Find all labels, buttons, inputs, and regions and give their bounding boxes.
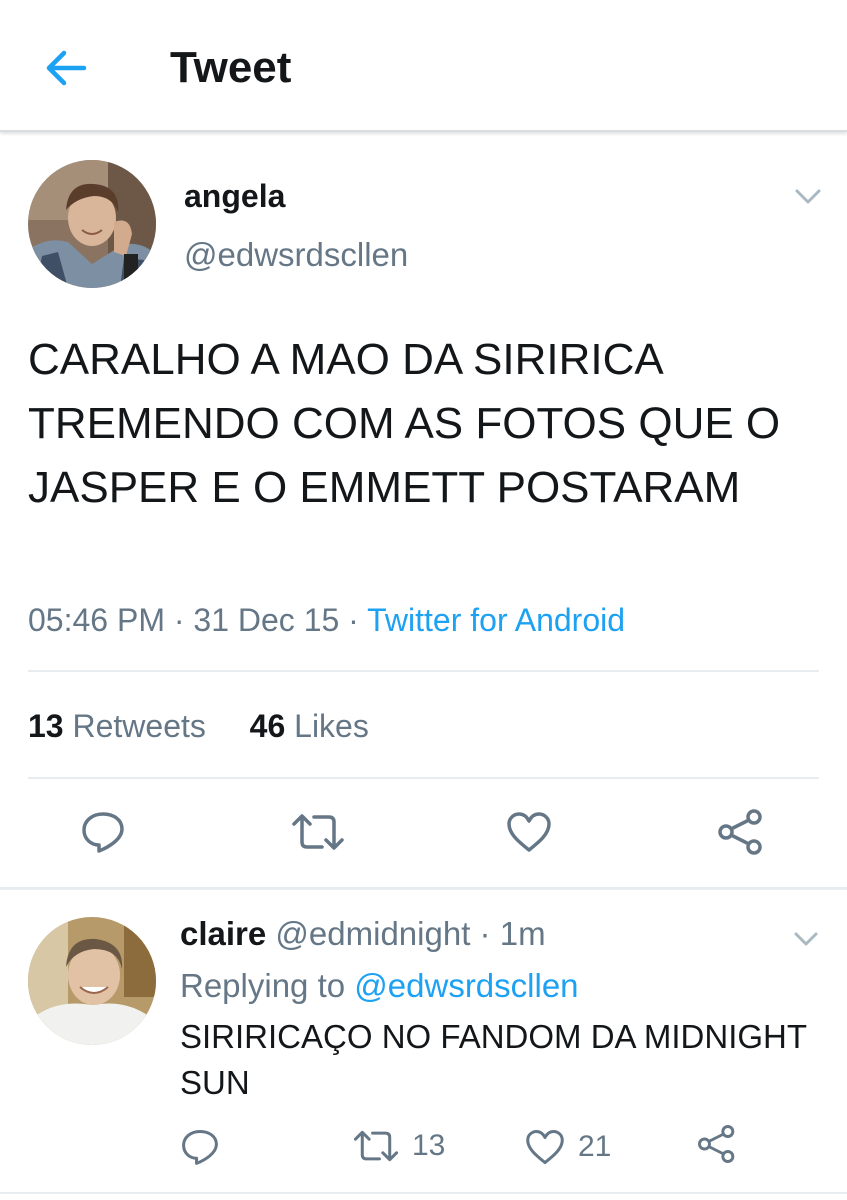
thread-separator bbox=[0, 887, 847, 890]
replying-mention-link[interactable]: @edwsrdscllen bbox=[354, 967, 578, 1004]
reply-header: claire @edmidnight · 1m bbox=[180, 912, 546, 956]
share-icon bbox=[698, 1125, 735, 1163]
likes-count: 46 bbox=[249, 708, 286, 744]
retweets-label: Retweets bbox=[72, 708, 206, 744]
likes-label: Likes bbox=[294, 708, 369, 744]
divider bbox=[28, 777, 819, 779]
retweets-count: 13 bbox=[28, 708, 64, 744]
top-bar: Tweet bbox=[0, 0, 847, 132]
likes-stat[interactable]: 46 Likes bbox=[250, 708, 369, 744]
share-button[interactable] bbox=[716, 808, 766, 856]
reply-icon bbox=[182, 1129, 218, 1165]
tweet-source-link[interactable]: Twitter for Android bbox=[367, 602, 625, 638]
retweet-icon bbox=[292, 814, 344, 850]
back-button[interactable] bbox=[36, 40, 96, 96]
reply-author-name[interactable]: claire bbox=[180, 915, 266, 952]
reply-reply-button[interactable] bbox=[180, 1128, 220, 1166]
reply-menu-button[interactable] bbox=[786, 924, 826, 954]
tweet-meta: 05:46 PM · 31 Dec 15 · Twitter for Andro… bbox=[28, 598, 625, 642]
reply-author-handle[interactable]: @edmidnight bbox=[275, 915, 470, 952]
bottom-divider bbox=[0, 1192, 847, 1194]
reply-time: 1m bbox=[499, 915, 546, 952]
share-icon bbox=[718, 809, 762, 855]
tweet-stats: 13 Retweets 46 Likes bbox=[28, 704, 369, 748]
retweets-stat[interactable]: 13 Retweets bbox=[28, 708, 206, 744]
retweet-button[interactable] bbox=[290, 812, 346, 852]
reply-share-button[interactable] bbox=[696, 1124, 738, 1164]
reply-like-button[interactable]: 21 bbox=[524, 1128, 611, 1166]
replying-prefix: Replying to bbox=[180, 967, 346, 1004]
retweet-icon bbox=[353, 1130, 399, 1162]
page-title: Tweet bbox=[170, 43, 292, 92]
author-handle[interactable]: @edwsrdscllen bbox=[184, 234, 408, 276]
reply-button[interactable] bbox=[80, 810, 126, 854]
reply-icon bbox=[82, 812, 124, 853]
meta-separator: · bbox=[173, 602, 185, 638]
reply-like-count: 21 bbox=[578, 1130, 612, 1163]
author-name[interactable]: angela bbox=[184, 176, 285, 216]
heart-icon bbox=[507, 812, 551, 852]
like-button[interactable] bbox=[505, 810, 553, 854]
meta-separator: · bbox=[348, 602, 359, 638]
avatar[interactable] bbox=[28, 917, 156, 1045]
tweet-menu-button[interactable] bbox=[788, 182, 828, 212]
reply-retweet-button[interactable]: 13 bbox=[352, 1128, 445, 1164]
reply-separator: · bbox=[479, 915, 491, 952]
tweet-time: 05:46 PM bbox=[28, 602, 165, 638]
reply-retweet-count: 13 bbox=[412, 1129, 446, 1162]
tweet-date: 31 Dec 15 bbox=[193, 602, 340, 638]
chevron-down-icon bbox=[794, 932, 818, 946]
replying-to: Replying to @edwsrdscllen bbox=[180, 964, 579, 1008]
arrow-left-icon bbox=[46, 50, 87, 86]
reply-text: SIRIRICAÇO NO FANDOM DA MIDNIGHT SUN bbox=[180, 1018, 807, 1101]
tweet-text: CARALHO A MAO DA SIRIRICA TREMENDO COM A… bbox=[28, 335, 781, 512]
chevron-down-icon bbox=[795, 189, 821, 204]
avatar[interactable] bbox=[28, 160, 156, 288]
divider bbox=[28, 670, 819, 672]
heart-icon bbox=[526, 1129, 564, 1165]
